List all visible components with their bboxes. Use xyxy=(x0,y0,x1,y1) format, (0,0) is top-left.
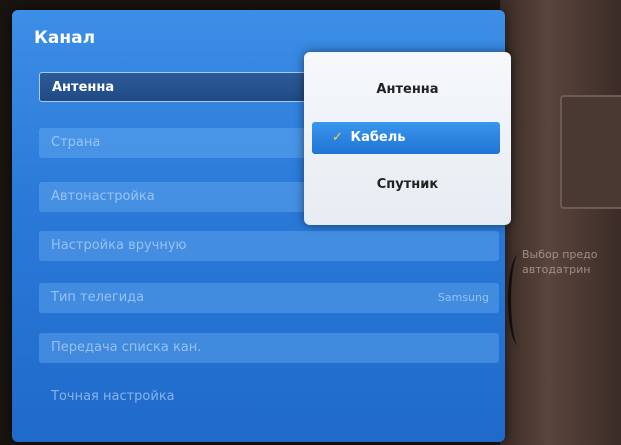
option-label: Спутник xyxy=(376,177,439,192)
checkmark-icon: ✓ xyxy=(332,130,343,145)
menu-item-manual-tuning[interactable]: Настройка вручную xyxy=(39,231,499,261)
menu-item-value: Samsung xyxy=(437,291,489,304)
option-antenna[interactable]: Антенна xyxy=(304,74,511,106)
option-satellite[interactable]: Спутник xyxy=(304,169,511,201)
menu-item-label: Страна xyxy=(51,135,101,150)
menu-item-label: Тип телегида xyxy=(51,290,145,305)
menu-item-label: Настройка вручную xyxy=(51,238,187,253)
panel-title: Канал xyxy=(34,28,96,48)
side-help-text: Выбор предо автодатрин xyxy=(522,248,598,276)
option-cable[interactable]: ✓ Кабель xyxy=(312,122,500,154)
background-picture-frame xyxy=(560,95,621,209)
menu-item-label: Передача списка кан. xyxy=(51,340,202,355)
antenna-options-popup: Антенна ↺ ✓ Кабель Спутник xyxy=(304,52,511,225)
menu-item-channel-list-transfer[interactable]: Передача списка кан. xyxy=(39,333,499,363)
menu-item-label: Автонастройка xyxy=(51,189,155,204)
menu-item-label: Точная настройка xyxy=(51,389,175,404)
option-label: Кабель xyxy=(350,130,406,145)
menu-item-guide-type[interactable]: Тип телегида Samsung xyxy=(39,283,499,313)
menu-item-fine-tuning[interactable]: Точная настройка xyxy=(39,382,499,412)
option-label: Антенна xyxy=(376,82,439,97)
menu-item-label: Антенна xyxy=(52,80,115,95)
background-tv-room: Выбор предо автодатрин xyxy=(500,0,621,445)
